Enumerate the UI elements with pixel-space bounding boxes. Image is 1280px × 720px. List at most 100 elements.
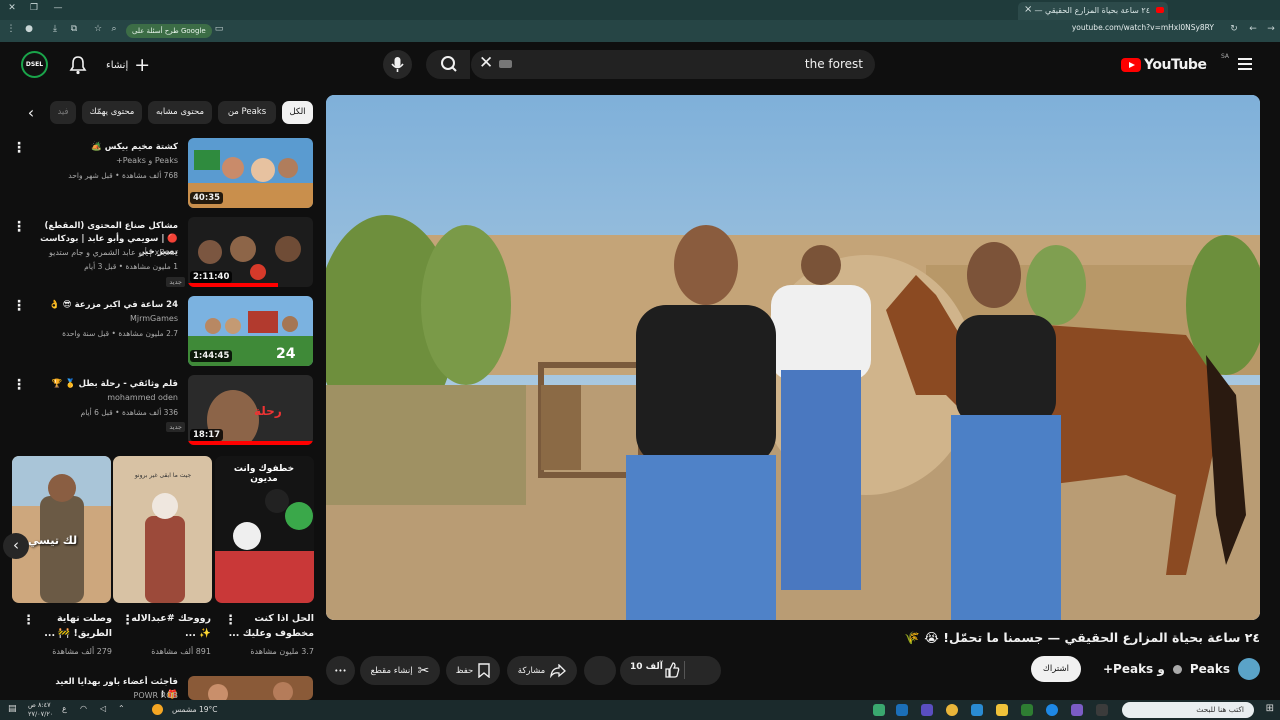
screen-share-icon[interactable]: ▭ <box>212 24 226 34</box>
back-arrow-icon[interactable]: → <box>1264 24 1278 34</box>
share-button[interactable]: مشاركة <box>507 656 577 685</box>
search-input[interactable]: ✕ the forest <box>471 50 875 79</box>
forward-arrow-icon[interactable]: ← <box>1246 24 1260 34</box>
chip-related[interactable]: محتوى مشابه <box>148 101 212 124</box>
lens-icon[interactable]: ⌕ <box>107 24 121 34</box>
notifications-bell-icon[interactable] <box>69 55 87 75</box>
notifications-icon[interactable]: ▤ <box>8 704 17 714</box>
chip-from-peaks[interactable]: من Peaks <box>218 101 276 124</box>
thumbs-up-icon[interactable] <box>664 662 680 678</box>
short-views: 891 ألف مشاهدة <box>151 647 211 656</box>
region-code: SA <box>1221 53 1230 60</box>
taskbar-app-icon[interactable] <box>1021 704 1033 716</box>
recommendation-item[interactable]: 2:11:40 مشاكل صناع المحتوى (المقطع) 🔴 | … <box>0 217 318 289</box>
channel-avatar[interactable] <box>1238 658 1260 680</box>
taskbar-start-icon[interactable]: ⊞ <box>1266 703 1274 714</box>
url-field[interactable]: youtube.com/watch?v=mHxl0NSy8RY <box>1072 23 1214 32</box>
create-button[interactable]: + إنشاء <box>106 54 150 76</box>
taskbar-app-icon[interactable] <box>896 704 908 716</box>
chrome-icon[interactable] <box>946 704 958 716</box>
taskbar-app-icon[interactable] <box>1071 704 1083 716</box>
short-title: وصلت نهاية الطريق! 🚧 ... <box>44 613 112 639</box>
video-thumbnail[interactable] <box>188 676 313 700</box>
taskbar-app-icon[interactable] <box>971 704 983 716</box>
new-badge: جديد <box>166 422 185 432</box>
edge-icon[interactable] <box>1046 704 1058 716</box>
wifi-icon[interactable]: ◠ <box>80 704 87 713</box>
bookmark-star-icon[interactable]: ☆ <box>91 24 105 34</box>
clear-search-icon[interactable]: ✕ <box>479 53 493 73</box>
taskbar-app-icon[interactable] <box>1096 704 1108 716</box>
share-arrow-icon <box>550 663 567 678</box>
like-divider <box>684 661 685 679</box>
hamburger-menu-icon[interactable] <box>1238 58 1252 70</box>
short-title: رووحك #عبدالاله ✨ ... <box>131 613 211 639</box>
short-card[interactable]: جيت ما ابقى غير برونو <box>113 456 212 603</box>
channel-collab-name[interactable]: و Peaks+ <box>1103 662 1165 676</box>
save-button[interactable]: حفظ <box>446 656 500 685</box>
short-overlay-text: لك تيسي <box>28 534 78 547</box>
search-query-text: the forest <box>804 57 863 71</box>
more-horizontal-icon: ••• <box>334 666 347 675</box>
weather-widget[interactable]: 19°C مشمس <box>172 705 218 714</box>
browser-menu-icon[interactable]: ⋮ <box>4 24 18 34</box>
subscribe-button[interactable]: اشتراك <box>1030 656 1081 682</box>
tray-overflow-icon[interactable]: ⌃ <box>118 704 125 713</box>
channel-name: Peaks و Peaks+ <box>116 156 178 165</box>
chips-scroll-left-icon[interactable]: ‹ <box>20 101 42 124</box>
chip-for-you[interactable]: محتوى يهمّك <box>82 101 142 124</box>
taskbar-app-icon[interactable] <box>921 704 933 716</box>
browser-address-bar: → ← ↻ youtube.com/watch?v=mHxl0NSy8RY ▭ … <box>0 20 1280 42</box>
recommendation-item[interactable]: 24 1:44:45 24 ساعة في اكبر مزرعة 😎 👌 Mjr… <box>0 296 318 368</box>
reload-icon[interactable]: ↻ <box>1227 24 1241 34</box>
video-frame <box>326 95 1260 620</box>
taskbar-search-input[interactable]: اكتب هنا للبحث <box>1122 702 1254 718</box>
clock-time[interactable]: ٨:٤٧ ص <box>28 701 51 709</box>
video-player[interactable] <box>326 95 1260 620</box>
tab-title: ٢٤ ساعة بحياة المزارع الحقيقي — <box>1034 6 1150 15</box>
video-meta: 1 مليون مشاهدة • قبل 3 أيام <box>84 262 178 271</box>
dislike-button[interactable] <box>584 656 616 685</box>
clock-date[interactable]: ٢٧/٠٧/٢٠ <box>28 710 53 718</box>
tray-icon[interactable]: ع <box>62 704 67 713</box>
clip-button[interactable]: إنشاء مقطع ✂ <box>360 656 440 685</box>
voice-search-button[interactable] <box>383 50 412 79</box>
chip-all[interactable]: الكل <box>282 101 313 124</box>
keyboard-icon[interactable] <box>499 60 512 68</box>
like-dislike-group: 10 آلف <box>587 656 721 685</box>
short-card[interactable]: لك تيسي <box>12 456 111 603</box>
extensions-icon[interactable]: ⧉ <box>67 24 81 34</box>
account-avatar[interactable]: DSEL <box>21 51 48 78</box>
profile-icon[interactable]: ● <box>22 24 36 34</box>
browser-tab-active[interactable]: ٢٤ ساعة بحياة المزارع الحقيقي — × <box>1018 2 1168 20</box>
more-options-icon[interactable]: ⋮ <box>224 613 237 628</box>
short-card[interactable]: خطفوك وانت مديون <box>215 456 314 603</box>
search-button[interactable] <box>426 50 470 79</box>
google-lens-chip[interactable]: طرح أسئلة على Google <box>126 24 212 38</box>
shorts-scroll-left-icon[interactable]: ‹ <box>3 533 29 559</box>
recommendation-item[interactable]: فاجئت أعضاء باور بهدايا العيد 🎁 ! POWR R… <box>0 676 318 700</box>
more-options-icon[interactable]: ⋮ <box>12 298 26 314</box>
recommendation-item[interactable]: 40:35 كشتة مخيم بيكس 🏕️ Peaks و Peaks+ 7… <box>0 138 318 210</box>
more-actions-button[interactable]: ••• <box>326 656 355 685</box>
more-options-icon[interactable]: ⋮ <box>12 377 26 393</box>
tab-close-icon[interactable]: × <box>1024 4 1032 15</box>
youtube-logo[interactable]: YouTube <box>1121 55 1207 75</box>
download-icon[interactable]: ⤓ <box>48 24 62 34</box>
window-restore-icon[interactable]: ❐ <box>22 3 46 13</box>
more-options-icon[interactable]: ⋮ <box>121 613 134 628</box>
clip-label: إنشاء مقطع <box>370 665 413 676</box>
channel-name[interactable]: Peaks <box>1190 662 1230 676</box>
video-meta: 2.7 مليون مشاهدة • قبل سنة واحدة <box>62 329 178 338</box>
thumbnail-image <box>188 676 313 700</box>
window-minimize-icon[interactable]: — <box>46 3 70 13</box>
chip-more[interactable]: فيد <box>50 101 76 124</box>
more-options-icon[interactable]: ⋮ <box>22 613 35 628</box>
volume-icon[interactable]: ◁ <box>100 704 106 713</box>
recommendation-item[interactable]: رحلة 18:17 قلم وثائقي - رحلة بطل 🥇 🏆 moh… <box>0 375 318 447</box>
window-close-icon[interactable]: ✕ <box>0 3 24 13</box>
taskbar-app-icon[interactable] <box>873 704 885 716</box>
more-options-icon[interactable]: ⋮ <box>12 140 26 156</box>
more-options-icon[interactable]: ⋮ <box>12 219 26 235</box>
file-explorer-icon[interactable] <box>996 704 1008 716</box>
